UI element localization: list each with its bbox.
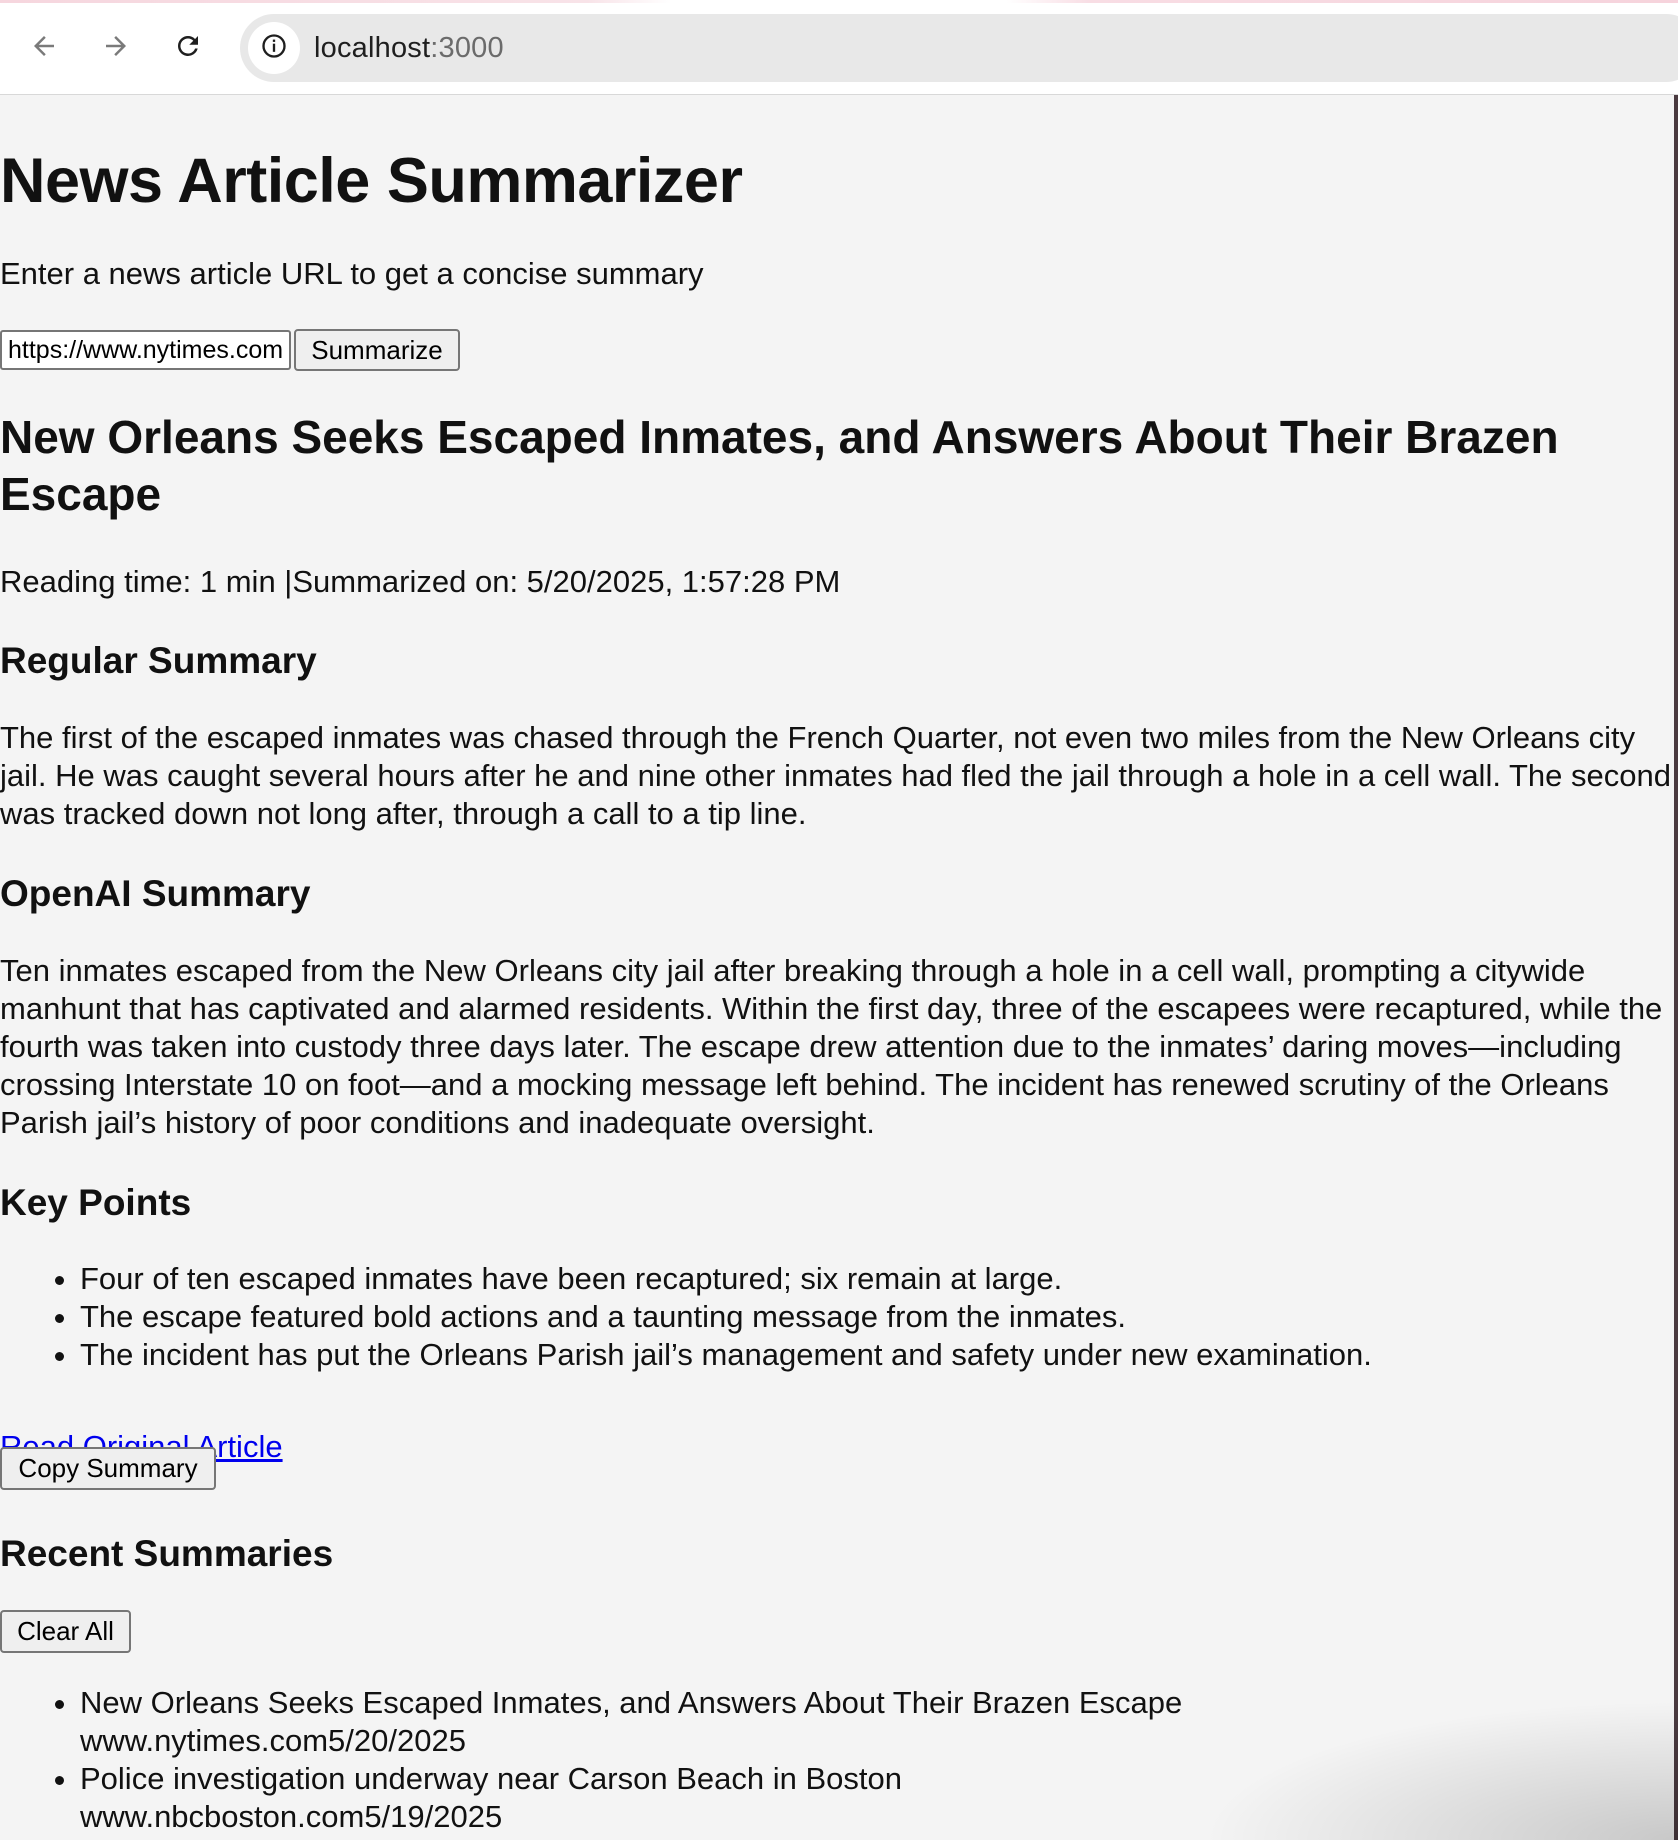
- article-meta: Reading time: 1 min |Summarized on: 5/20…: [0, 564, 841, 599]
- openai-summary-heading: OpenAI Summary: [0, 873, 311, 914]
- reload-button[interactable]: [166, 26, 210, 70]
- site-info-button[interactable]: [248, 22, 300, 74]
- recent-summaries-list: New Orleans Seeks Escaped Inmates, and A…: [0, 1684, 1670, 1836]
- recent-summary-item[interactable]: New Orleans Seeks Escaped Inmates, and A…: [80, 1684, 1670, 1760]
- article-url-input[interactable]: [0, 330, 291, 370]
- arrow-left-icon: [29, 31, 59, 66]
- recent-summary-domain: www.nbcboston.com: [80, 1799, 365, 1834]
- url-port: :3000: [430, 32, 504, 64]
- forward-button[interactable]: [94, 26, 138, 70]
- recent-summary-date: 5/19/2025: [364, 1799, 503, 1834]
- regular-summary-heading: Regular Summary: [0, 640, 317, 681]
- summarize-button[interactable]: Summarize: [294, 329, 460, 371]
- openai-summary-text: Ten inmates escaped from the New Orleans…: [0, 953, 1663, 1140]
- key-point-item: The escape featured bold actions and a t…: [80, 1298, 1670, 1336]
- article-title: New Orleans Seeks Escaped Inmates, and A…: [0, 411, 1559, 520]
- recent-summary-domain: www.nytimes.com: [80, 1723, 329, 1758]
- key-points-list: Four of ten escaped inmates have been re…: [0, 1260, 1670, 1374]
- recent-summaries-heading: Recent Summaries: [0, 1533, 334, 1574]
- window-edge: [1674, 95, 1678, 1840]
- clear-all-button[interactable]: Clear All: [0, 1610, 131, 1653]
- back-button[interactable]: [22, 26, 66, 70]
- page-subtitle: Enter a news article URL to get a concis…: [0, 256, 704, 291]
- info-icon: [260, 32, 288, 65]
- recent-summary-item[interactable]: Police investigation underway near Carso…: [80, 1760, 1670, 1836]
- recent-summary-date: 5/20/2025: [328, 1723, 466, 1758]
- copy-summary-button[interactable]: Copy Summary: [0, 1447, 216, 1490]
- reload-icon: [173, 31, 203, 66]
- regular-summary-text: The first of the escaped inmates was cha…: [0, 720, 1671, 831]
- key-points-heading: Key Points: [0, 1182, 192, 1223]
- recent-summary-title: New Orleans Seeks Escaped Inmates, and A…: [80, 1685, 1183, 1720]
- url-host: localhost: [314, 32, 431, 64]
- arrow-right-icon: [101, 31, 131, 66]
- key-point-item: The incident has put the Orleans Parish …: [80, 1336, 1670, 1374]
- address-bar[interactable]: localhost:3000: [240, 14, 1678, 82]
- tab-strip-accent: [0, 0, 1678, 3]
- page-title: News Article Summarizer: [0, 146, 743, 216]
- key-point-item: Four of ten escaped inmates have been re…: [80, 1260, 1670, 1298]
- recent-summary-title: Police investigation underway near Carso…: [80, 1761, 902, 1796]
- browser-toolbar: localhost:3000: [0, 0, 1678, 95]
- page-viewport: News Article Summarizer Enter a news art…: [0, 95, 1674, 1840]
- url-text[interactable]: localhost:3000: [314, 32, 504, 64]
